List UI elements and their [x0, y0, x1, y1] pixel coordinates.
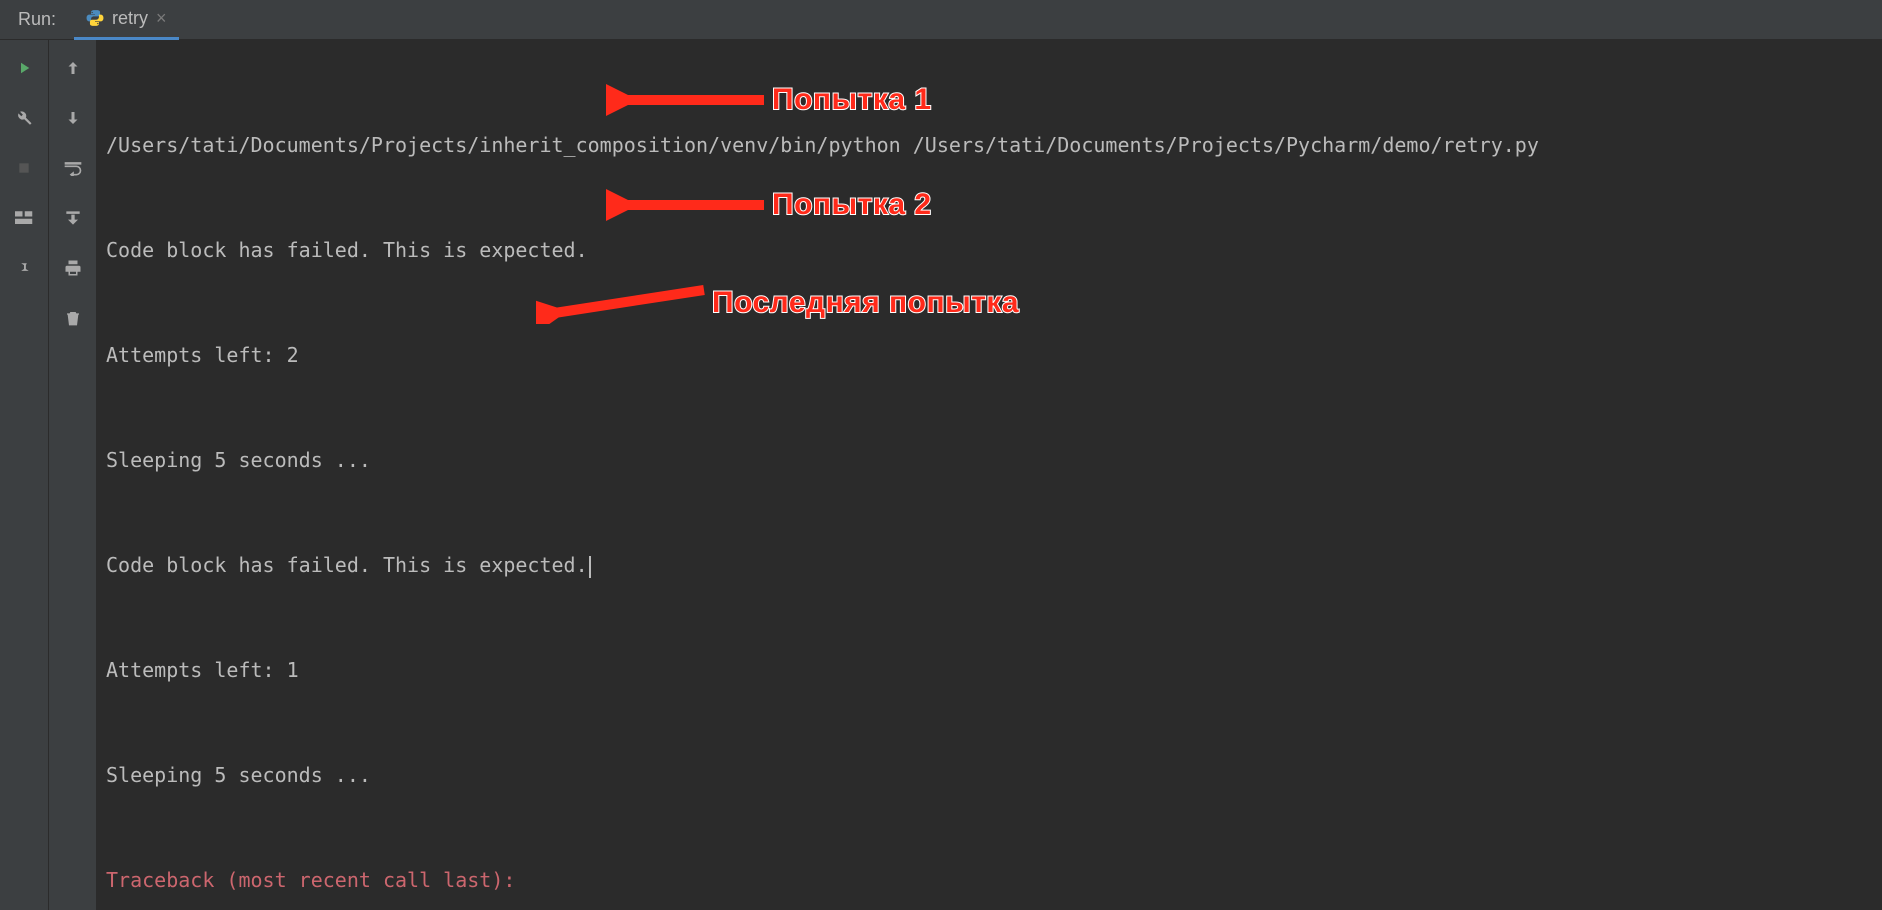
stop-button[interactable] — [10, 154, 38, 182]
console-line: Sleeping 5 seconds ... — [106, 758, 1872, 793]
run-tab-retry[interactable]: retry × — [74, 0, 179, 40]
run-tabbar: Run: retry × — [0, 0, 1882, 40]
scroll-up-icon[interactable] — [59, 54, 87, 82]
console-line: Code block has failed. This is expected. — [106, 548, 1872, 583]
soft-wrap-icon[interactable] — [59, 154, 87, 182]
tab-title: retry — [112, 8, 148, 29]
close-tab-icon[interactable]: × — [156, 8, 167, 29]
run-gutter-inner — [48, 40, 96, 910]
annotation-arrow-3: Последняя попытка — [536, 280, 1019, 324]
console-line: Attempts left: 2 — [106, 338, 1872, 373]
console-line: Sleeping 5 seconds ... — [106, 443, 1872, 478]
run-panel-label: Run: — [0, 9, 74, 30]
print-icon[interactable] — [59, 254, 87, 282]
rerun-button[interactable] — [10, 54, 38, 82]
scroll-down-icon[interactable] — [59, 104, 87, 132]
run-gutter-outer — [0, 40, 48, 910]
text-cursor — [589, 556, 591, 578]
python-file-icon — [86, 9, 104, 27]
annotation-arrow-1: Попытка 1 — [606, 82, 932, 117]
annotation-arrow-2: Попытка 2 — [606, 187, 932, 222]
annotation-label: Попытка 1 — [772, 82, 932, 117]
annotation-label: Последняя попытка — [712, 285, 1019, 320]
console-line: /Users/tati/Documents/Projects/inherit_c… — [106, 128, 1872, 163]
annotation-label: Попытка 2 — [772, 187, 932, 222]
scroll-to-end-icon[interactable] — [59, 204, 87, 232]
layout-icon[interactable] — [10, 204, 38, 232]
pin-icon[interactable] — [10, 254, 38, 282]
console-line: Attempts left: 1 — [106, 653, 1872, 688]
trash-icon[interactable] — [59, 304, 87, 332]
console-output[interactable]: /Users/tati/Documents/Projects/inherit_c… — [96, 40, 1882, 910]
console-line: Code block has failed. This is expected. — [106, 233, 1872, 268]
wrench-icon[interactable] — [10, 104, 38, 132]
traceback-header: Traceback (most recent call last): — [106, 863, 1872, 898]
